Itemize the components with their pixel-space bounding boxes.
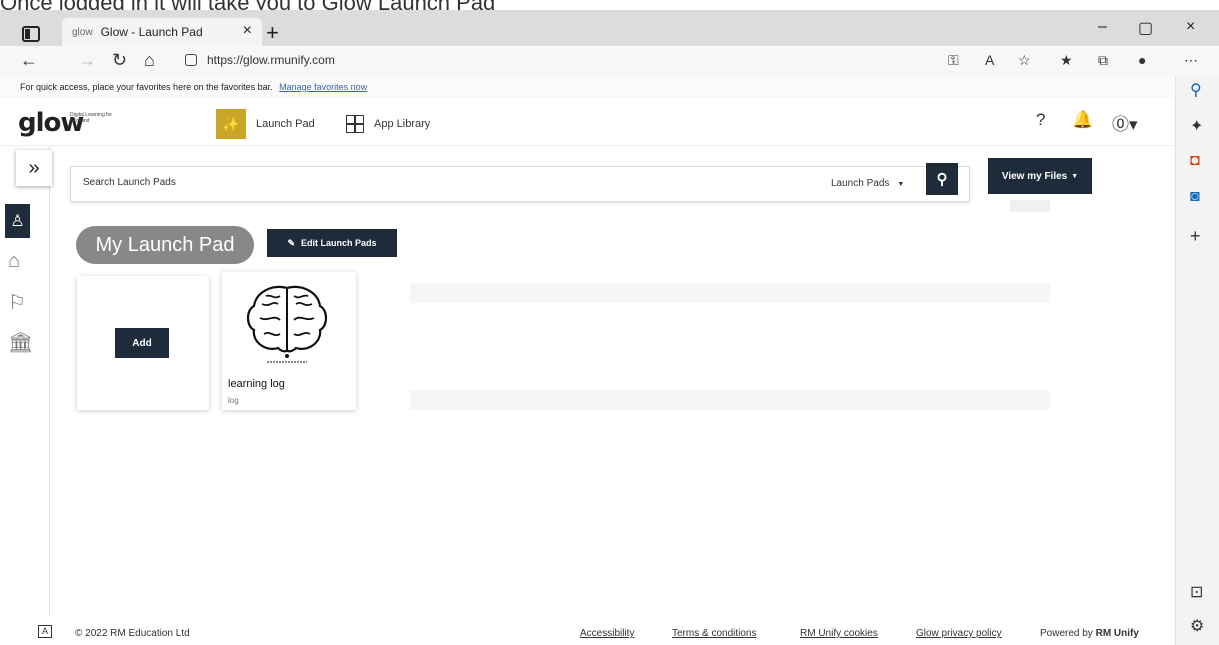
launch-pad-icon: ✨ — [216, 109, 246, 139]
app-library-icon — [346, 115, 364, 133]
add-button[interactable]: Add — [115, 328, 169, 358]
forward-icon[interactable]: → — [78, 50, 96, 71]
expand-sidebar-button[interactable]: » — [16, 150, 52, 186]
home-nav-icon[interactable]: ⌂ — [8, 250, 20, 273]
refresh-icon[interactable]: ↻ — [112, 50, 127, 71]
browser-tab[interactable]: glow Glow - Launch Pad × — [62, 18, 262, 46]
rm-unify-brand: RM Unify — [1095, 628, 1139, 639]
collections-icon[interactable]: ⧉ — [1098, 52, 1108, 69]
user-icon[interactable]: ♙ — [5, 204, 30, 238]
add-sidebar-icon[interactable]: + — [1190, 226, 1201, 247]
search-scope-label: Launch Pads — [831, 178, 890, 189]
user-menu-icon[interactable]: ⓪▾ — [1112, 110, 1138, 135]
copyright-text: © 2022 RM Education Ltd — [75, 628, 190, 639]
office-icon[interactable]: ◘ — [1190, 152, 1200, 170]
page-caption: Once logged in it will take you to Glow … — [0, 0, 1219, 10]
profile-icon[interactable]: ● — [1138, 52, 1146, 68]
new-tab-button[interactable]: + — [266, 20, 279, 46]
app-tile-subtitle: log — [228, 396, 239, 405]
favorites-icon[interactable]: ★ — [1060, 52, 1073, 69]
add-app-card: Add — [77, 276, 209, 410]
browser-tab-bar: glow Glow - Launch Pad × + – ▢ × — [0, 10, 1219, 46]
logo-subtitle: Digital Learning for Scotland — [70, 112, 112, 124]
manage-favorites-link[interactable]: Manage favorites now — [279, 82, 367, 92]
add-favorite-icon[interactable]: ☆ — [1018, 52, 1031, 69]
my-launch-pad-title[interactable]: My Launch Pad — [76, 226, 254, 264]
favorites-message: For quick access, place your favorites h… — [20, 82, 273, 92]
search-bar: Launch Pads ▼ — [70, 166, 970, 202]
accessibility-a-icon[interactable]: A — [38, 625, 52, 638]
background-text — [1010, 200, 1050, 212]
accessibility-link[interactable]: Accessibility — [580, 628, 634, 639]
flag-icon[interactable]: ⚐ — [8, 290, 26, 315]
magnifier-icon: ⚲ — [936, 171, 948, 188]
minimize-icon[interactable]: – — [1098, 18, 1107, 36]
back-icon[interactable]: ← — [20, 50, 38, 71]
edit-launch-pads-button[interactable]: ✎ Edit Launch Pads — [267, 229, 397, 257]
background-text — [410, 283, 1050, 303]
footer: A © 2022 RM Education Ltd Accessibility … — [0, 620, 1175, 645]
url-text: https://glow.rmunify.com — [207, 53, 335, 67]
app-tile-learning-log[interactable]: learning log log — [222, 272, 356, 410]
view-files-label: View my Files — [1001, 170, 1068, 182]
outlook-icon[interactable]: ◙ — [1190, 188, 1200, 206]
nav-launch-pad-label: Launch Pad — [256, 118, 315, 130]
favorites-bar: For quick access, place your favorites h… — [0, 76, 1219, 98]
cookies-link[interactable]: RM Unify cookies — [800, 628, 878, 639]
search-scope-dropdown[interactable]: Launch Pads ▼ — [831, 178, 904, 189]
nav-app-library[interactable]: App Library — [346, 115, 430, 133]
edit-launch-pads-label: Edit Launch Pads — [301, 238, 377, 248]
more-menu-icon[interactable]: ⋯ — [1184, 52, 1198, 69]
terms-link[interactable]: Terms & conditions — [672, 628, 756, 639]
home-icon[interactable]: ⌂ — [144, 50, 155, 71]
lock-icon — [185, 54, 197, 66]
search-input[interactable] — [83, 177, 683, 188]
search-icon[interactable]: ⚲ — [1190, 80, 1202, 100]
privacy-link[interactable]: Glow privacy policy — [916, 628, 1002, 639]
settings-icon[interactable]: ⚙ — [1190, 616, 1204, 636]
sidebar-hide-icon[interactable]: ⊡ — [1190, 582, 1203, 602]
tab-close-icon[interactable]: × — [243, 22, 252, 40]
brain-icon — [246, 285, 328, 363]
notifications-bell-icon[interactable]: 🔔 — [1072, 110, 1093, 130]
view-my-files-button[interactable]: View my Files ▼ — [988, 158, 1092, 194]
browser-sidebar: ⚲ ✦ ◘ ◙ + ⊡ ⚙ — [1175, 76, 1219, 645]
restore-icon[interactable]: ▢ — [1138, 18, 1153, 38]
app-tile-title: learning log — [228, 378, 285, 390]
close-window-icon[interactable]: × — [1186, 18, 1195, 36]
nav-app-library-label: App Library — [374, 118, 431, 130]
key-icon[interactable]: ⚿ — [948, 52, 959, 69]
chevron-down-icon: ▼ — [897, 181, 905, 188]
copilot-icon[interactable]: ✦ — [1190, 116, 1203, 136]
tab-title: Glow - Launch Pad — [100, 25, 203, 39]
chevron-down-icon: ▼ — [1071, 172, 1079, 180]
app-header: glow Digital Learning for Scotland ✨ Lau… — [0, 100, 1175, 146]
background-text — [410, 390, 1050, 410]
powered-prefix: Powered by — [1040, 628, 1093, 639]
edit-icon: ✎ — [287, 237, 296, 248]
read-aloud-icon[interactable]: A — [985, 52, 994, 68]
url-field[interactable]: https://glow.rmunify.com — [185, 53, 335, 67]
address-bar: ← → ↻ ⌂ https://glow.rmunify.com ⚿ A ☆ ★… — [0, 46, 1219, 76]
tab-actions-icon[interactable] — [22, 26, 40, 42]
nav-launch-pad[interactable]: ✨ Launch Pad — [216, 109, 315, 139]
help-icon[interactable]: ? — [1036, 110, 1045, 130]
institution-icon[interactable]: 🏛 — [8, 330, 33, 355]
search-button[interactable]: ⚲ — [926, 163, 958, 195]
powered-by: Powered by RM Unify — [1040, 628, 1139, 639]
glow-favicon-icon: glow — [72, 26, 93, 38]
